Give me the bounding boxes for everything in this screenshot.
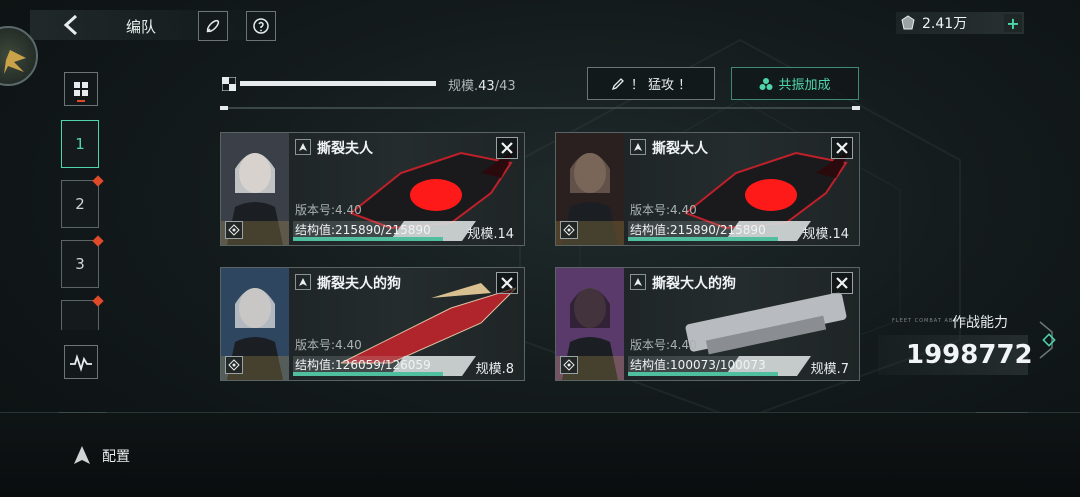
page-title: 编队 bbox=[126, 18, 157, 36]
rocket-icon bbox=[206, 19, 220, 33]
alert-dot bbox=[92, 295, 104, 307]
ship-class-icon bbox=[630, 274, 646, 290]
ship-name: 撕裂大人 bbox=[652, 141, 708, 157]
structure-bar bbox=[628, 372, 778, 376]
team-slot-label: 3 bbox=[75, 255, 85, 273]
assault-label: ！ 猛攻 ！ bbox=[630, 78, 692, 93]
team-slot-2[interactable]: 2 bbox=[61, 175, 104, 228]
rank-icon bbox=[228, 359, 240, 371]
close-icon bbox=[501, 142, 513, 154]
currency-value: 2.41万 bbox=[922, 16, 968, 32]
structure-fill bbox=[293, 372, 443, 376]
resonance-icon bbox=[759, 77, 773, 90]
team-slot-3[interactable]: 3 bbox=[61, 235, 104, 288]
team-slot-label: 1 bbox=[75, 135, 85, 153]
grid-icon bbox=[74, 82, 88, 102]
remove-ship-button[interactable] bbox=[496, 137, 518, 159]
ship-structure: 结构值:215890/215890 bbox=[628, 221, 778, 237]
layout-grid-button[interactable] bbox=[64, 72, 98, 106]
ship-scale-level: 规模.14 bbox=[467, 227, 514, 242]
help-button[interactable] bbox=[246, 11, 276, 41]
combat-power-value: 1998772 bbox=[906, 340, 1033, 370]
ship-version: 版本号:4.40 bbox=[295, 203, 362, 217]
ship-class-icon bbox=[295, 139, 311, 155]
chevron-left-icon bbox=[63, 14, 78, 36]
pen-icon bbox=[611, 77, 624, 90]
ship-name: 撕裂大人的狗 bbox=[652, 276, 736, 292]
ship-name: 撕裂夫人的狗 bbox=[317, 276, 401, 292]
config-button[interactable]: 配置 bbox=[70, 444, 130, 468]
team-slot-label: 2 bbox=[75, 195, 85, 213]
resonance-bonus-button[interactable]: 共振加成 bbox=[731, 67, 859, 100]
ship-card[interactable]: 撕裂大人 版本号:4.40 结构值:215890/215890 规模.14 bbox=[555, 132, 860, 246]
rank-icon bbox=[228, 224, 240, 236]
scale-fill bbox=[240, 81, 436, 86]
divider bbox=[220, 106, 860, 110]
crystal-icon bbox=[901, 15, 915, 30]
ship-version: 版本号:4.40 bbox=[295, 338, 362, 352]
currency-display: 2.41万 + bbox=[896, 12, 1024, 34]
ship-card[interactable]: 撕裂夫人的狗 版本号:4.40 结构值:126059/126059 规模.8 bbox=[220, 267, 525, 381]
captain-rank-badge bbox=[560, 221, 578, 239]
ship-class-icon bbox=[295, 274, 311, 290]
captain-rank-badge bbox=[225, 221, 243, 239]
structure-bar bbox=[293, 237, 443, 241]
ship-name: 撕裂夫人 bbox=[317, 141, 373, 157]
bottom-bar bbox=[0, 412, 1080, 497]
scale-track bbox=[240, 81, 436, 86]
ship-scale-level: 规模.14 bbox=[802, 227, 849, 242]
rocket-button[interactable] bbox=[198, 11, 228, 41]
ship-scale-level: 规模.7 bbox=[810, 362, 849, 377]
alert-dot bbox=[92, 175, 104, 187]
footer-rule-left bbox=[58, 412, 106, 413]
add-currency-button[interactable]: + bbox=[1004, 14, 1022, 33]
formation-wave-button[interactable] bbox=[64, 345, 98, 379]
ship-scale-level: 规模.8 bbox=[475, 362, 514, 377]
scale-progress: 规模.43/43 bbox=[220, 74, 524, 94]
ship-structure: 结构值:126059/126059 bbox=[293, 356, 443, 372]
ship-card[interactable]: 撕裂大人的狗 版本号:4.40 结构值:100073/100073 规模.7 bbox=[555, 267, 860, 381]
team-slot-4[interactable] bbox=[61, 295, 104, 330]
power-frame-icon bbox=[1039, 321, 1056, 359]
structure-fill bbox=[628, 237, 778, 241]
resonance-label: 共振加成 bbox=[778, 78, 831, 93]
remove-ship-button[interactable] bbox=[496, 272, 518, 294]
ship-version: 版本号:4.40 bbox=[630, 338, 697, 352]
scale-label: 规模.43/43 bbox=[448, 79, 516, 94]
ship-class-icon bbox=[630, 139, 646, 155]
alert-dot bbox=[92, 235, 104, 247]
assault-button[interactable]: ！ 猛攻 ！ bbox=[587, 67, 715, 100]
close-icon bbox=[501, 277, 513, 289]
footer-rule-right bbox=[976, 412, 1028, 413]
captain-rank-badge bbox=[560, 356, 578, 374]
combat-power-label: 作战能力 bbox=[952, 315, 1008, 331]
ship-structure: 结构值:100073/100073 bbox=[628, 356, 778, 372]
config-label: 配置 bbox=[102, 449, 130, 465]
waveform-icon bbox=[70, 353, 92, 372]
checkered-flag-icon bbox=[222, 77, 236, 91]
close-icon bbox=[836, 142, 848, 154]
rank-icon bbox=[563, 359, 575, 371]
remove-ship-button[interactable] bbox=[831, 137, 853, 159]
ship-icon bbox=[74, 446, 90, 464]
remove-ship-button[interactable] bbox=[831, 272, 853, 294]
close-icon bbox=[836, 277, 848, 289]
captain-rank-badge bbox=[225, 356, 243, 374]
structure-bar bbox=[628, 237, 778, 241]
ship-structure: 结构值:215890/215890 bbox=[293, 221, 443, 237]
structure-fill bbox=[293, 237, 443, 241]
ship-version: 版本号:4.40 bbox=[630, 203, 697, 217]
ship-card[interactable]: 撕裂夫人 版本号:4.40 结构值:215890/215890 规模.14 bbox=[220, 132, 525, 246]
rank-icon bbox=[563, 224, 575, 236]
question-icon bbox=[253, 18, 269, 34]
structure-bar bbox=[293, 372, 443, 376]
team-slot-1[interactable]: 1 bbox=[61, 120, 99, 168]
back-button[interactable] bbox=[58, 12, 84, 38]
structure-fill bbox=[628, 372, 778, 376]
